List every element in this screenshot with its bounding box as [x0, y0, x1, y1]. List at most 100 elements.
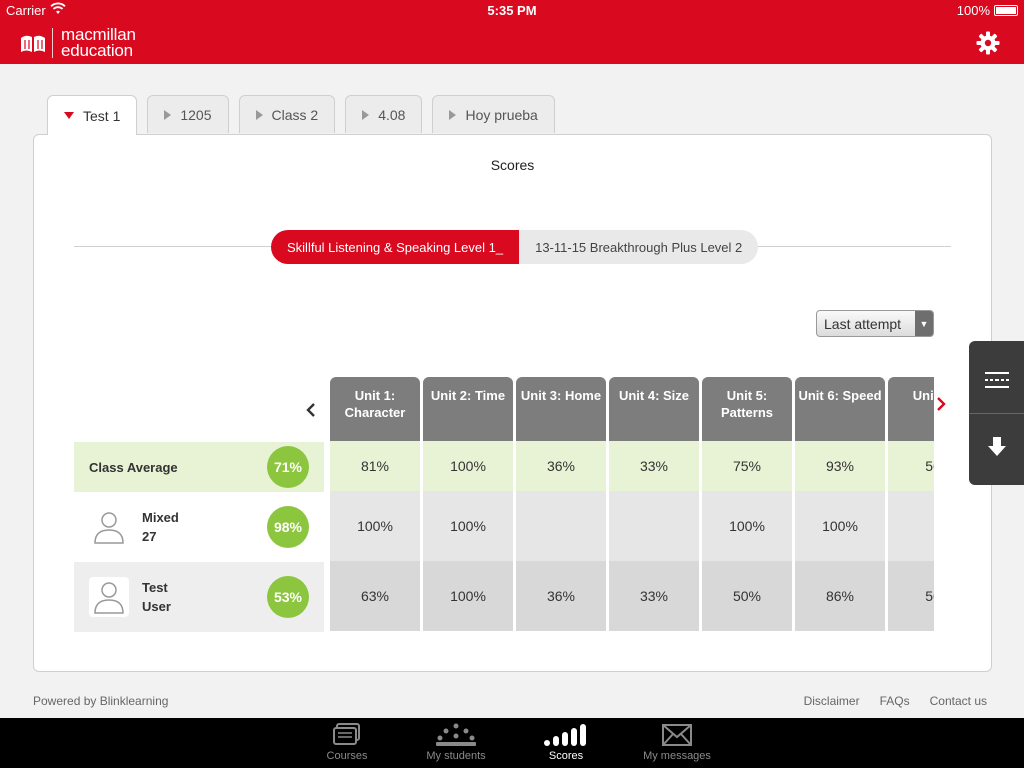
course-switcher: Skillful Listening & Speaking Level 1_ 1…	[271, 230, 759, 264]
tab-label: Courses	[326, 750, 368, 762]
class-tabs: Test 1 1205 Class 2 4.08 Hoy prueba	[47, 95, 555, 135]
bottom-tab-bar: Courses My students Scores My messages	[0, 718, 1024, 768]
unit-header[interactable]: Unit 5: Patterns	[702, 377, 792, 441]
app-header: Carrier 5:35 PM 100% macmillan education	[0, 0, 1024, 64]
tab-label: Class 2	[271, 106, 319, 123]
row-name: Class Average	[89, 459, 178, 475]
unit-header[interactable]: Unit 7:	[888, 377, 934, 441]
course-breakthrough-button[interactable]: 13-11-15 Breakthrough Plus Level 2	[519, 230, 759, 264]
course-skillful-button[interactable]: Skillful Listening & Speaking Level 1_	[271, 230, 520, 264]
tab-label: 4.08	[378, 106, 406, 123]
score-cell[interactable]: 86%	[795, 561, 885, 631]
score-cell[interactable]	[888, 491, 934, 561]
student-row[interactable]: Test User 53%	[74, 562, 324, 632]
collapsed-triangle-icon	[449, 109, 457, 120]
student-name-line1: Test	[142, 580, 168, 595]
score-badge: 71%	[267, 446, 309, 488]
tab-label: My students	[426, 750, 486, 762]
scroll-right-chevron-icon[interactable]	[936, 395, 946, 416]
score-cell[interactable]: 33%	[609, 561, 699, 631]
clock: 5:35 PM	[487, 3, 537, 18]
unit-header-line2: Patterns	[720, 405, 774, 420]
settings-gear-icon[interactable]	[976, 31, 1000, 55]
messages-icon	[662, 724, 692, 746]
attempt-select[interactable]: Last attempt ▼	[816, 310, 934, 337]
tab-label: My messages	[643, 750, 711, 762]
battery-percent: 100%	[956, 3, 990, 18]
unit-header[interactable]: Unit 4: Size	[609, 377, 699, 441]
unit-column: Unit 5: Patterns 75% 100% 50%	[702, 377, 792, 633]
score-cell[interactable]: 100%	[423, 491, 513, 561]
unit-header-line1: Unit 5:	[726, 388, 768, 403]
unit-header-line1: Unit 2: Time	[430, 388, 506, 403]
unit-header-line2: Character	[344, 405, 406, 420]
unit-header-line1: Unit 4: Size	[618, 388, 690, 403]
unit-header[interactable]: Unit 3: Home	[516, 377, 606, 441]
contact-us-link[interactable]: Contact us	[930, 694, 987, 708]
unit-column: Unit 4: Size 33% 33%	[609, 377, 699, 633]
score-cell[interactable]: 100%	[423, 561, 513, 631]
divider	[969, 413, 1024, 414]
collapsed-triangle-icon	[255, 109, 263, 120]
unit-header-line1: Unit 6: Speed	[798, 388, 882, 403]
tab-scores[interactable]: Scores	[516, 718, 616, 768]
unit-header[interactable]: Unit 6: Speed	[795, 377, 885, 441]
score-cell[interactable]: 100%	[795, 491, 885, 561]
logo-icon	[21, 35, 45, 52]
tab-4-08[interactable]: 4.08	[345, 95, 423, 133]
unit-header-line1: Unit 3: Home	[520, 388, 602, 403]
scores-grid: Unit 1: Character 81% 100% 63% Unit 2: Ti…	[330, 377, 934, 633]
student-name-line2: User	[142, 599, 171, 614]
powered-by-text: Powered by Blinklearning	[33, 694, 169, 708]
scroll-left-chevron-icon[interactable]	[306, 401, 316, 422]
unit-header[interactable]: Unit 2: Time	[423, 377, 513, 441]
student-row[interactable]: Mixed 27 98%	[74, 492, 324, 562]
unit-column: Unit 6: Speed 93% 100% 86%	[795, 377, 885, 633]
score-cell[interactable]: 63%	[330, 561, 420, 631]
filter-lines-icon[interactable]	[984, 369, 1010, 391]
score-cell[interactable]: 36%	[516, 561, 606, 631]
side-tools-panel	[969, 341, 1024, 485]
collapsed-triangle-icon	[164, 109, 172, 120]
class-average-row: Class Average 71%	[74, 442, 324, 492]
tab-courses[interactable]: Courses	[297, 718, 397, 768]
score-cell[interactable]	[609, 491, 699, 561]
score-cell[interactable]: 100%	[702, 491, 792, 561]
tab-1205[interactable]: 1205	[147, 95, 229, 133]
tab-my-students[interactable]: My students	[406, 718, 506, 768]
student-name-line1: Mixed	[142, 510, 179, 525]
tab-label: Scores	[548, 750, 584, 762]
unit-header-line1: Unit 1:	[354, 388, 396, 403]
students-icon	[436, 723, 476, 746]
average-cell: 33%	[609, 441, 699, 491]
dropdown-arrow-icon: ▼	[915, 311, 933, 336]
faqs-link[interactable]: FAQs	[880, 694, 910, 708]
tab-test-1[interactable]: Test 1	[47, 95, 138, 135]
tab-class-2[interactable]: Class 2	[238, 95, 336, 133]
user-avatar-icon	[94, 512, 124, 544]
unit-header-line1: Unit 7:	[912, 388, 934, 403]
score-cell[interactable]	[516, 491, 606, 561]
unit-header[interactable]: Unit 1: Character	[330, 377, 420, 441]
tab-my-messages[interactable]: My messages	[627, 718, 727, 768]
expanded-triangle-icon	[64, 112, 74, 119]
score-cell[interactable]: 100%	[330, 491, 420, 561]
average-cell: 75%	[702, 441, 792, 491]
tab-hoy-prueba[interactable]: Hoy prueba	[432, 95, 555, 133]
score-badge: 98%	[267, 506, 309, 548]
unit-column: Unit 7: 56 56	[888, 377, 934, 633]
score-cell[interactable]: 50%	[702, 561, 792, 631]
brand-line2: education	[61, 41, 133, 60]
unit-column: Unit 3: Home 36% 36%	[516, 377, 606, 633]
footer-links: Disclaimer FAQs Contact us	[804, 694, 987, 708]
scores-panel: Scores Skillful Listening & Speaking Lev…	[33, 134, 992, 672]
attempt-select-value: Last attempt	[824, 315, 902, 332]
student-name: Test User	[142, 578, 171, 616]
score-cell[interactable]: 56	[888, 561, 934, 631]
tab-label: 1205	[180, 106, 212, 123]
average-cell: 93%	[795, 441, 885, 491]
average-cell: 36%	[516, 441, 606, 491]
download-arrow-icon[interactable]	[985, 435, 1009, 459]
tab-label: Test 1	[83, 107, 121, 124]
disclaimer-link[interactable]: Disclaimer	[804, 694, 860, 708]
